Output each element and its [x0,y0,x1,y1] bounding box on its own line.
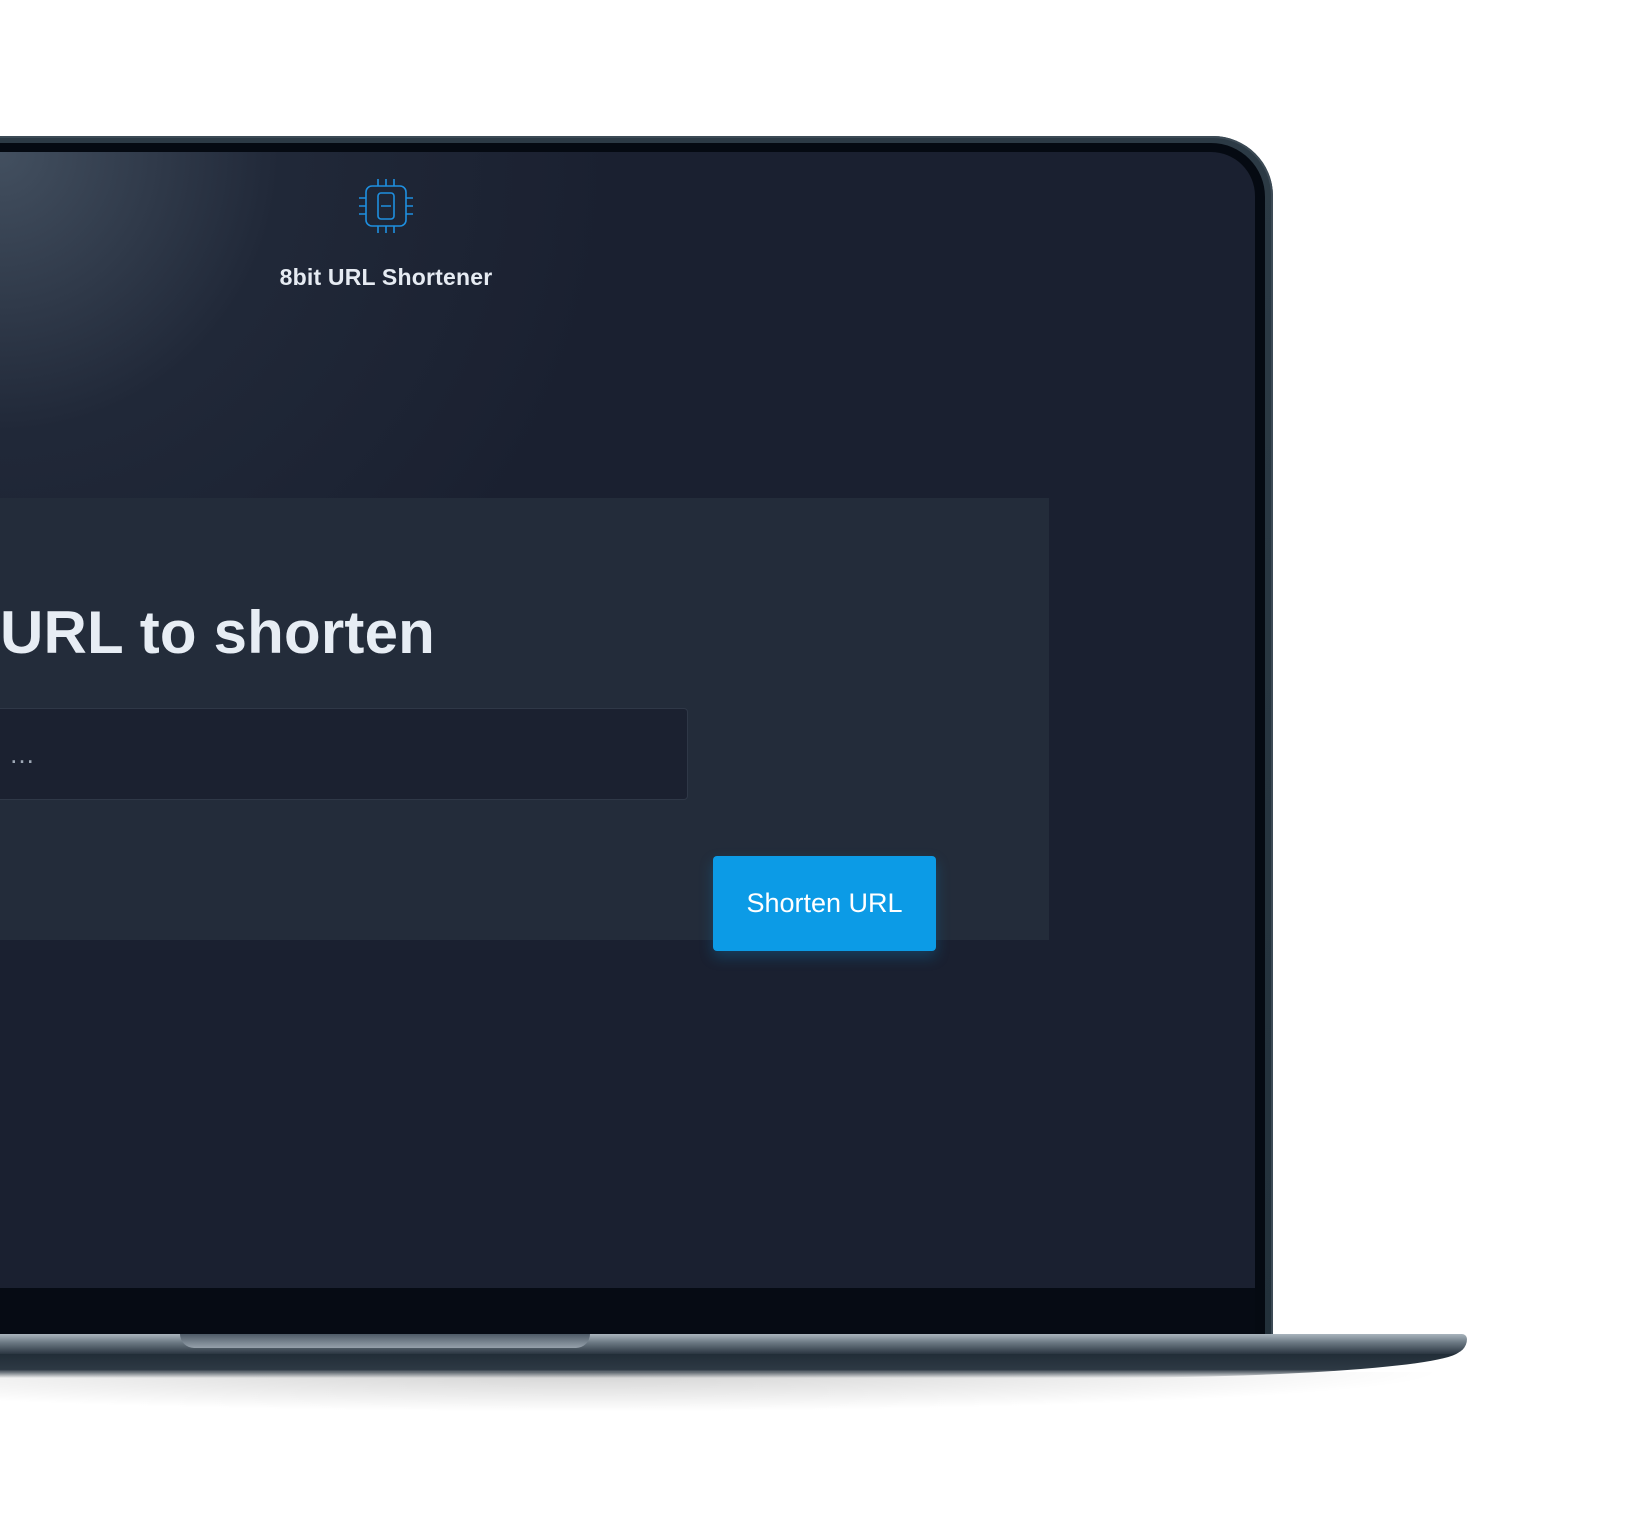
app-title: 8bit URL Shortener [279,264,493,290]
shorten-url-button[interactable]: Shorten URL [713,856,936,951]
laptop-hinge-notch [180,1334,590,1348]
mockup-stage: 8bit URL Shortener URL to shorten Shorte… [0,0,1638,1536]
url-input[interactable] [0,708,688,800]
shorten-form-card: URL to shorten Shorten URL [0,498,1049,951]
laptop-chin [0,1288,1255,1334]
chip-8-icon [356,176,416,236]
laptop-shadow [0,1372,1450,1412]
laptop-screen: 8bit URL Shortener URL to shorten Shorte… [0,152,1255,1288]
laptop-base-underside [0,1350,1460,1378]
form-heading: URL to shorten [0,599,436,666]
